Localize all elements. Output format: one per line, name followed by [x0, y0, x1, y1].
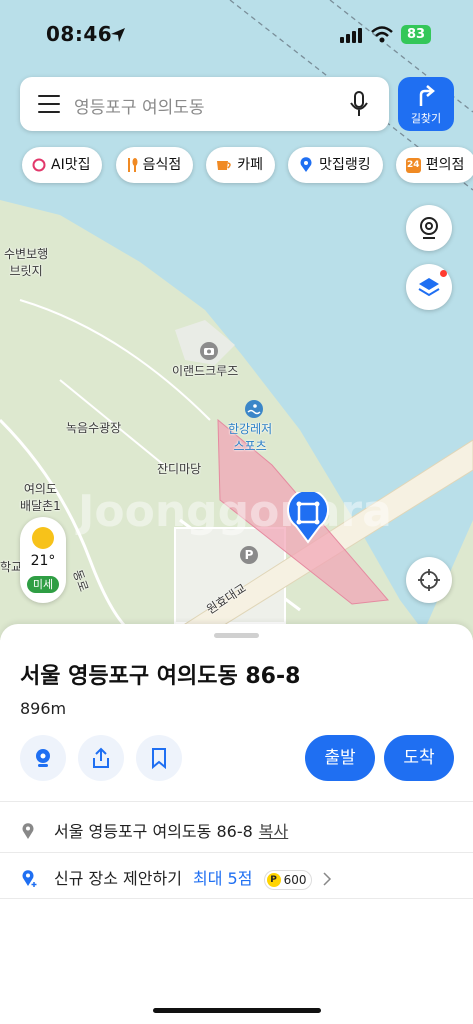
dust-badge: 미세: [27, 576, 59, 593]
map-pin-icon: [22, 823, 34, 839]
bookmark-icon: [152, 748, 166, 769]
map-label-han-leisure: 한강레저 스포츠: [228, 422, 273, 453]
layers-icon: [418, 278, 440, 297]
map-label-green-plaza: 녹음수광장: [66, 421, 122, 435]
weather-widget[interactable]: 21° 미세: [20, 517, 66, 603]
chip-ai-restaurants[interactable]: AI맛집: [22, 147, 103, 183]
chip-label: 편의점: [425, 157, 465, 173]
map-label-bridge: 수변보행 브릿지: [4, 247, 49, 278]
wifi-icon: [371, 26, 393, 43]
layers-button[interactable]: [406, 264, 452, 310]
map-label-lawn: 잔디마당: [157, 462, 202, 476]
add-place-pin-icon: [22, 870, 37, 887]
ranking-pin-icon: [300, 157, 312, 172]
route-button-label: 길찾기: [410, 112, 442, 125]
convenience-24-badge: 24: [407, 159, 420, 170]
copy-address-link[interactable]: 복사: [259, 822, 288, 841]
chip-convenience[interactable]: 24 편의점: [395, 147, 473, 183]
place-distance: 896m: [20, 699, 67, 718]
depart-button[interactable]: 출발: [305, 735, 375, 781]
status-time: 08:46: [46, 22, 113, 46]
current-location-button[interactable]: [406, 557, 452, 603]
chip-cafe[interactable]: 카페: [206, 147, 276, 183]
map-label-island-cruise: 이랜드크루즈: [172, 364, 239, 378]
map-label-school: 학교: [0, 560, 23, 574]
chip-restaurants[interactable]: 음식점: [115, 147, 194, 183]
battery-indicator: 83: [401, 25, 431, 44]
sun-icon: [32, 527, 54, 549]
address-row: 서울 영등포구 여의도동 86-8 복사: [20, 818, 288, 842]
sheet-handle[interactable]: [214, 633, 259, 638]
cellular-signal-icon: [340, 28, 362, 43]
suggest-place-row[interactable]: 신규 장소 제안하기 최대 5점 P 600: [20, 865, 332, 890]
chip-label: AI맛집: [51, 157, 91, 173]
status-bar: 08:46 83: [0, 0, 473, 70]
crosshair-icon: [418, 569, 440, 591]
camera-poi-icon[interactable]: [200, 342, 218, 360]
category-chips: AI맛집 음식점 카페 맛집랭킹 24 편의점: [22, 147, 473, 185]
chip-label: 맛집랭킹: [319, 157, 371, 173]
map-label-village: 여의도 배달촌1: [20, 482, 61, 513]
chip-label: 카페: [237, 157, 264, 173]
location-camera-icon: [36, 749, 50, 767]
points-value: 600: [283, 872, 307, 887]
home-indicator: [153, 1008, 321, 1013]
bookmark-button[interactable]: [136, 735, 182, 781]
temperature: 21°: [30, 553, 56, 569]
ai-ring-icon: [32, 158, 46, 172]
points-badge: P 600: [263, 869, 313, 890]
divider: [0, 898, 473, 899]
divider: [0, 801, 473, 802]
points-badge-icon: P: [266, 873, 281, 887]
place-title: 서울 영등포구 여의도동 86-8: [20, 664, 301, 689]
convenience-24-icon: 24: [405, 157, 421, 173]
street-view-camera-icon: [420, 217, 438, 239]
search-input[interactable]: 영등포구 여의도동: [74, 93, 205, 118]
chip-ranking[interactable]: 맛집랭킹: [288, 147, 383, 183]
directions-arrow-icon: [419, 85, 435, 106]
utensils-icon: [127, 158, 138, 172]
divider: [0, 852, 473, 853]
place-sheet: 서울 영등포구 여의도동 86-8 896m 출발 도착 서울 영등포구 여의도…: [0, 624, 473, 1024]
swim-poi-icon[interactable]: [245, 400, 263, 418]
arrive-button[interactable]: 도착: [384, 735, 454, 781]
parking-icon[interactable]: P: [240, 546, 258, 564]
street-view-pin-button[interactable]: [20, 735, 66, 781]
chevron-right-icon: [323, 872, 331, 886]
coffee-cup-icon: [217, 161, 232, 170]
microphone-icon[interactable]: [350, 91, 368, 117]
notification-dot: [440, 270, 447, 277]
street-view-button[interactable]: [406, 205, 452, 251]
menu-icon[interactable]: [38, 95, 60, 113]
selected-location-pin[interactable]: [286, 492, 330, 544]
route-button[interactable]: 길찾기: [398, 77, 454, 131]
search-bar[interactable]: 영등포구 여의도동: [20, 77, 389, 131]
watermark: Joonggonara: [78, 486, 392, 537]
location-arrow-icon: [111, 28, 125, 42]
suggest-label: 신규 장소 제안하기: [54, 869, 182, 888]
address-text: 서울 영등포구 여의도동 86-8: [54, 822, 253, 841]
share-button[interactable]: [78, 735, 124, 781]
suggest-reward: 최대 5점: [193, 869, 253, 888]
battery-level: 83: [406, 27, 426, 42]
share-icon: [93, 747, 109, 768]
chip-label: 음식점: [142, 157, 182, 173]
